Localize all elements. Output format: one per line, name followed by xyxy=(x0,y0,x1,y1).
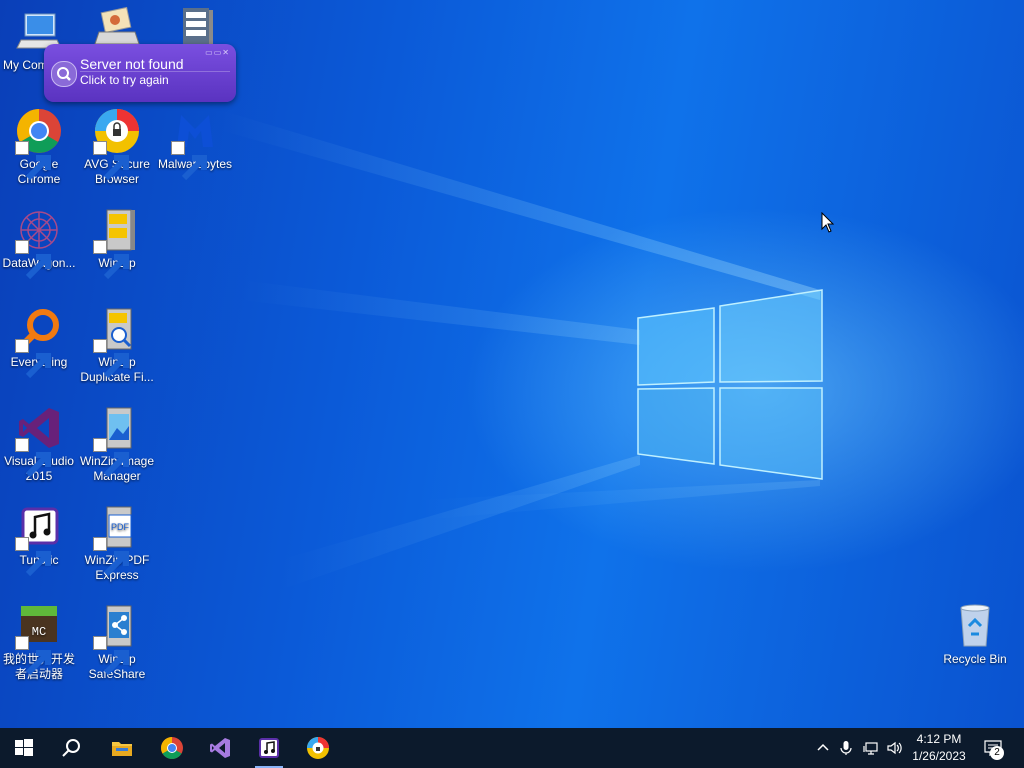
chrome-icon xyxy=(161,737,183,759)
toast-subtitle[interactable]: Click to try again xyxy=(80,73,169,87)
taskbar-visual-studio[interactable] xyxy=(196,728,244,768)
taskbar-avg-browser[interactable] xyxy=(294,728,342,768)
file-explorer-icon xyxy=(112,742,132,756)
taskbar-clock[interactable]: 4:12 PM 1/26/2023 xyxy=(905,731,973,765)
desktop-icon-minecraft-launcher[interactable]: MC 我的世界开发者启动器 xyxy=(0,602,78,682)
desktop-icon-winzip-safeshare[interactable]: WinZip SafeShare xyxy=(78,602,156,682)
svg-text:PDF: PDF xyxy=(111,522,130,532)
shortcut-arrow-icon xyxy=(93,537,129,577)
tray-network[interactable] xyxy=(860,728,882,768)
desktop-icon-datawagon[interactable]: DataWagon... xyxy=(0,206,78,280)
desktop-icon-winzip[interactable]: WinZip xyxy=(78,206,156,280)
mouse-cursor-icon xyxy=(821,212,835,233)
shortcut-arrow-icon xyxy=(15,240,51,280)
toast-window-controls[interactable]: ▭▭✕ xyxy=(205,48,230,57)
shortcut-arrow-icon xyxy=(171,141,207,181)
shortcut-arrow-icon xyxy=(15,537,51,577)
desktop-icon-avg-secure-browser[interactable]: AVG Secure Browser xyxy=(78,107,156,187)
shortcut-arrow-icon xyxy=(93,141,129,181)
chevron-up-icon xyxy=(817,743,829,751)
desktop-icon-winzip-image-manager[interactable]: WinZip Image Manager xyxy=(78,404,156,484)
shortcut-arrow-icon xyxy=(15,636,51,676)
shortcut-arrow-icon xyxy=(93,636,129,676)
start-icon xyxy=(15,739,33,756)
shortcut-arrow-icon xyxy=(15,141,51,181)
volume-icon xyxy=(887,741,902,755)
start-button[interactable] xyxy=(0,728,48,768)
avg-browser-icon xyxy=(307,737,329,759)
search-icon xyxy=(62,739,80,757)
shortcut-arrow-icon xyxy=(93,240,129,280)
search-icon xyxy=(51,61,77,87)
desktop-icon-recycle-bin[interactable]: Recycle Bin xyxy=(936,602,1014,667)
shortcut-arrow-icon xyxy=(93,339,129,379)
desktop-icon-winzip-pdf-express[interactable]: PDF WinZip PDF Express xyxy=(78,503,156,583)
tray-show-hidden-icons[interactable] xyxy=(812,728,834,768)
desktop-icon-visual-studio[interactable]: Visual Studio 2015 xyxy=(0,404,78,484)
desktop-icon-winzip-duplicate[interactable]: WinZip Duplicate Fi... xyxy=(78,305,156,385)
desktop-icon-tunatic[interactable]: Tunatic xyxy=(0,503,78,577)
taskbar-chrome[interactable] xyxy=(148,728,196,768)
tray-microphone[interactable] xyxy=(836,728,856,768)
notification-count-badge: 2 xyxy=(990,746,1004,760)
recycle-bin-icon xyxy=(960,604,990,647)
desktop-icon-malwarebytes[interactable]: Malwarebytes xyxy=(156,107,234,181)
network-icon xyxy=(863,742,878,755)
server-not-found-toast[interactable]: Server not found Click to try again ▭▭✕ xyxy=(44,44,236,102)
tunatic-icon xyxy=(259,738,279,758)
visual-studio-icon xyxy=(210,738,230,758)
taskbar-file-explorer[interactable] xyxy=(98,728,146,768)
shortcut-arrow-icon xyxy=(93,438,129,478)
taskbar-tunatic[interactable] xyxy=(245,728,293,768)
shortcut-arrow-icon xyxy=(15,438,51,478)
tray-volume[interactable] xyxy=(884,728,904,768)
clock-date: 1/26/2023 xyxy=(912,749,966,763)
toast-title: Server not found xyxy=(80,56,184,72)
windows-logo-wallpaper xyxy=(637,289,823,480)
desktop-icon-everything[interactable]: Everything xyxy=(0,305,78,379)
desktop-icon-google-chrome[interactable]: Google Chrome xyxy=(0,107,78,187)
microphone-icon xyxy=(840,741,852,755)
taskbar: 4:12 PM 1/26/2023 xyxy=(0,728,1024,768)
taskbar-search-button[interactable] xyxy=(48,728,96,768)
clock-time: 4:12 PM xyxy=(916,732,962,746)
shortcut-arrow-icon xyxy=(15,339,51,379)
